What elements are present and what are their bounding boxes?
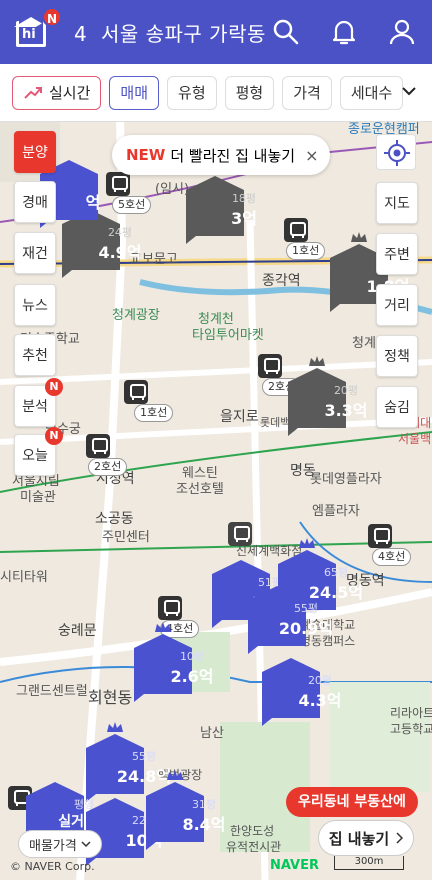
property-marker[interactable]: 20평 3.3억 [288,356,368,436]
property-marker[interactable]: 20평 4.3억 [262,658,342,726]
side-btn-map[interactable]: 지도 [376,182,418,224]
subway-icon[interactable] [86,434,110,458]
app-logo[interactable]: hi N [14,7,62,47]
map-label: 서울백 [398,432,432,446]
crown-icon [309,356,325,366]
line-label: 1호선 [134,404,174,422]
filter-bar: 실시간 매매 유형 평형 가격 세대수 [0,64,432,122]
map-label: 남산 [200,726,224,741]
close-icon[interactable]: × [305,146,318,165]
filter-trade[interactable]: 매매 [109,75,160,110]
property-marker[interactable]: 18평 3억 [186,176,257,244]
crown-icon [351,232,367,242]
crown-icon [167,770,183,780]
property-marker[interactable]: 55평 24.8억 [86,722,171,802]
user-icon[interactable] [388,18,416,46]
filter-households[interactable]: 세대수 [339,75,404,110]
app-header: hi N 4 서울 송파구 가락동 [0,0,432,64]
filter-type[interactable]: 유형 [167,75,217,110]
naver-logo: NAVER [270,858,320,873]
gps-icon [384,140,410,166]
line-label: 4호선 [372,548,412,566]
line-label: 1호선 [286,242,326,260]
side-btn-auction[interactable]: 경매 [14,181,56,223]
side-btn-nearby[interactable]: 주변 [376,233,418,275]
chevron-down-icon [81,841,91,848]
location-selector[interactable]: 4 서울 송파구 가락동 [74,18,266,47]
subway-icon[interactable] [284,218,308,242]
side-btn-news[interactable]: 뉴스 [14,284,56,326]
map-label: 주민센터 [102,530,150,545]
map-scale: 300m [334,856,404,870]
map-label: 청계 [352,336,376,351]
map-label: 숭례문 [58,623,97,639]
map-label: 고등학교 [390,722,432,736]
side-btn-rebuild[interactable]: 재건 [14,232,56,274]
map-label: 을지로 [220,409,259,425]
chevron-down-icon[interactable] [402,84,416,98]
bell-icon[interactable] [330,18,358,46]
location-button[interactable] [376,134,416,170]
logo-text: hi [22,27,36,42]
list-property-button[interactable]: 집 내놓기 [318,820,414,856]
map-label: 소공동 [95,511,134,527]
chevron-right-icon [396,832,404,844]
shopping-bag-icon[interactable] [228,522,252,546]
subway-icon[interactable] [368,524,392,548]
map-label: 엠플라자 [312,504,360,519]
promo-bubble: 우리동네 부동산에 [286,787,418,817]
price-type-label: 매물가격 [29,838,77,854]
map-label: 조선호텔 [176,482,224,497]
side-btn-recommend[interactable]: 추천 [14,334,56,376]
map-label: (임시) [155,182,190,197]
map-label: 청계광장 [112,308,160,323]
filter-price[interactable]: 가격 [282,75,332,110]
subway-icon[interactable] [124,380,148,404]
trend-icon [24,86,42,99]
map-label: 그랜드센트럴 [16,684,88,699]
property-marker[interactable]: 10평 2.6억 [134,622,214,702]
line-label: 2호선 [88,458,128,476]
map-label: 롯데영플라자 [310,472,382,487]
map-label: 유적전시관 [226,840,282,854]
side-btn-label: 오늘 [22,448,48,464]
realtime-chip[interactable]: 실시간 [12,75,102,110]
map-label: 한양도성 [230,824,275,838]
side-btn-distance[interactable]: 거리 [376,284,418,326]
new-badge: N [45,427,63,445]
realtime-label: 실시간 [49,84,91,102]
side-btn-today[interactable]: 오늘 N [14,427,63,476]
property-marker[interactable]: 31평 8.4억 [146,770,226,850]
location-code: 4 [74,21,88,46]
price-type-selector[interactable]: 매물가격 [18,830,102,858]
crown-icon [155,622,171,632]
copyright: © NAVER Corp. [10,860,95,873]
property-marker[interactable]: 55평 20.9억 [248,586,333,654]
map-label: 종각역 [262,273,301,289]
map-label: 미술관 [20,490,56,505]
map-label: 회현동 [88,688,133,707]
location-name: 서울 송파구 가락동 [100,21,266,46]
crown-icon [107,722,123,732]
side-btn-label: 분석 [22,399,48,415]
map-label: 리라아트 [390,706,432,720]
side-btn-presale[interactable]: 분양 [14,131,56,173]
banner-text: 더 빨라진 집 내놓기 [170,146,296,165]
crown-icon [299,538,315,548]
map-label: 타임투어마켓 [192,328,264,343]
list-property-label: 집 내놓기 [328,829,390,848]
map-view[interactable]: 종로운현캠퍼 (임시) 교보문고 종각역 청계광장 청계천 타임투어마켓 덕수궁… [0,122,432,880]
new-label: NEW [126,146,166,164]
new-badge: N [45,378,63,396]
new-feature-banner[interactable]: NEW 더 빨라진 집 내놓기 × [112,135,331,175]
subway-icon[interactable] [258,354,282,378]
new-badge: N [42,7,62,27]
side-btn-policy[interactable]: 정책 [376,335,418,377]
subway-icon[interactable] [158,596,182,620]
search-icon[interactable] [272,18,300,46]
map-label: 시티타워 [0,570,48,585]
side-btn-analysis[interactable]: 분석 N [14,378,63,427]
side-btn-hide[interactable]: 숨김 [376,386,418,428]
filter-area[interactable]: 평형 [224,75,275,110]
